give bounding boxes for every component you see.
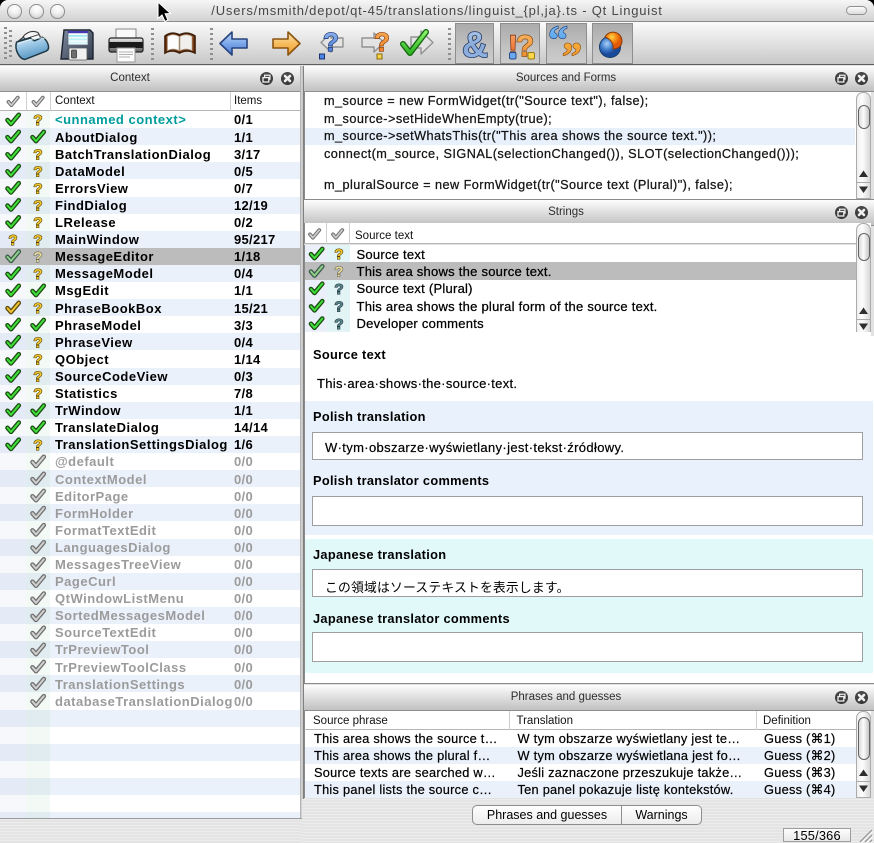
svg-text:?: ? (334, 264, 343, 281)
svg-text:?: ? (33, 334, 42, 351)
svg-text:?: ? (334, 316, 343, 332)
svg-text:?: ? (33, 386, 42, 403)
svg-text:?: ? (33, 437, 42, 454)
svg-text:?: ? (33, 300, 42, 317)
svg-text:?: ? (33, 163, 42, 180)
svg-text:?: ? (33, 198, 42, 215)
svg-text:?: ? (33, 351, 42, 368)
svg-text:?: ? (8, 232, 17, 249)
svg-text:?: ? (33, 215, 42, 232)
svg-text:?: ? (33, 232, 42, 249)
svg-text:?: ? (33, 146, 42, 163)
svg-text:?: ? (33, 266, 42, 283)
svg-text:?: ? (334, 246, 343, 263)
svg-text:?: ? (334, 281, 343, 298)
svg-text:?: ? (374, 27, 390, 57)
svg-text:?: ? (323, 27, 339, 57)
svg-text:&: & (462, 24, 488, 65)
svg-text:?: ? (33, 249, 42, 266)
svg-text:?: ? (33, 112, 42, 129)
svg-text:?: ? (33, 369, 42, 386)
svg-text:?: ? (33, 180, 42, 197)
svg-text:?: ? (334, 298, 343, 315)
